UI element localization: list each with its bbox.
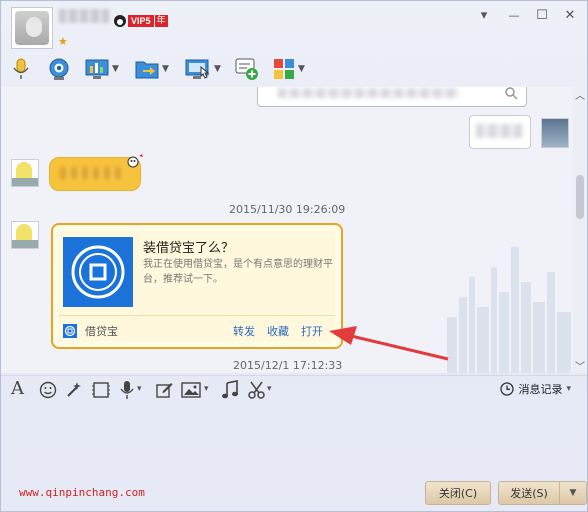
music-icon[interactable] xyxy=(221,380,239,400)
card-source: 借贷宝 xyxy=(63,323,118,339)
card-favorite-link[interactable]: 收藏 xyxy=(267,323,289,339)
scroll-up-icon[interactable]: ︿ xyxy=(575,87,585,102)
shared-app-card[interactable]: 装借贷宝了么？ 我正在使用借贷宝，是个有点意思的理财平台，推荐试一下。 借贷宝 … xyxy=(51,223,343,349)
chevron-down-icon: ▼ xyxy=(162,64,169,74)
file-transfer-button[interactable]: ▼ xyxy=(135,57,169,81)
chat-scrollbar[interactable]: ︿ ﹀ xyxy=(573,87,587,373)
chevron-down-icon[interactable]: ▾ xyxy=(204,384,209,394)
apps-button[interactable]: ▼ xyxy=(273,57,305,81)
send-button[interactable]: 发送(S) xyxy=(498,481,560,505)
star-icon: ★ xyxy=(58,35,68,48)
remote-desktop-icon xyxy=(85,59,109,79)
message-history[interactable]: 2015/11/30 19:26:09 装借贷宝了么？ 我正在使用借贷宝，是个有… xyxy=(1,87,575,373)
minimize-button[interactable]: — xyxy=(505,7,523,25)
chevron-down-icon: ▼ xyxy=(214,64,221,74)
maximize-button[interactable]: ☐ xyxy=(533,7,551,25)
title-bar: VIP5 年 ★ ▾ — ☐ ✕ xyxy=(1,1,587,53)
chevron-down-icon: ▼ xyxy=(112,64,119,74)
app-mini-icon xyxy=(63,324,77,338)
emoji-icon[interactable] xyxy=(39,381,57,399)
vip-year: 年 xyxy=(154,14,168,27)
input-toolbar: A ▾ ▾ ▾ 消息记录 ▾ xyxy=(1,375,587,404)
card-title: 装借贷宝了么？ xyxy=(143,241,235,256)
message-history-label: 消息记录 xyxy=(518,383,563,396)
clock-icon xyxy=(500,382,515,396)
video-clip-icon[interactable] xyxy=(91,381,111,399)
chevron-down-icon[interactable]: ▾ xyxy=(267,384,272,394)
vip-badge[interactable]: VIP5 年 xyxy=(114,14,168,27)
image-icon[interactable] xyxy=(181,381,201,399)
voice-call-button[interactable] xyxy=(11,57,31,81)
chevron-down-icon: ▼ xyxy=(298,64,305,74)
video-call-icon xyxy=(49,58,69,80)
search-icon xyxy=(505,87,518,100)
sent-message-bubble xyxy=(469,115,531,149)
sticker-icon xyxy=(127,154,143,168)
scroll-down-icon[interactable]: ﹀ xyxy=(575,358,585,373)
remote-desktop-button[interactable]: ▼ xyxy=(85,57,119,81)
chevron-down-icon[interactable]: ▾ xyxy=(137,384,142,394)
screen-share-button[interactable]: ▼ xyxy=(185,57,221,81)
font-icon[interactable]: A xyxy=(11,378,24,399)
screen-share-icon xyxy=(185,59,210,79)
screenshot-scissors-icon[interactable] xyxy=(247,380,267,400)
message-history-button[interactable]: 消息记录 ▾ xyxy=(500,381,571,397)
contact-avatar[interactable] xyxy=(11,7,53,49)
edit-icon[interactable] xyxy=(155,381,173,399)
app-logo-icon xyxy=(63,237,133,307)
skyline-decoration xyxy=(447,247,571,373)
card-divider xyxy=(59,315,335,316)
dropdown-menu-button[interactable]: ▾ xyxy=(475,7,493,25)
microphone-icon xyxy=(13,58,29,79)
chat-window: VIP5 年 ★ ▾ — ☐ ✕ ▼ ▼ ▼ ▼ 2015/11/30 19:2… xyxy=(0,0,588,512)
chevron-down-icon: ▾ xyxy=(566,384,571,394)
invite-icon xyxy=(235,58,258,80)
watermark-url: www.qinpinchang.com xyxy=(19,486,145,499)
voice-message-icon[interactable] xyxy=(119,380,135,400)
magic-wand-icon[interactable] xyxy=(65,381,83,399)
contact-name-blurred xyxy=(59,9,109,23)
message-timestamp: 2015/12/1 17:12:33 xyxy=(233,359,343,372)
scroll-thumb[interactable] xyxy=(576,175,584,219)
invite-button[interactable] xyxy=(235,57,259,81)
penguin-icon xyxy=(114,14,126,27)
friend-avatar[interactable] xyxy=(11,221,39,249)
card-source-name: 借贷宝 xyxy=(85,325,118,338)
card-open-link[interactable]: 打开 xyxy=(301,323,323,339)
message-timestamp: 2015/11/30 19:26:09 xyxy=(229,203,346,216)
vip-level: VIP5 xyxy=(128,14,154,27)
video-call-button[interactable] xyxy=(47,57,71,81)
close-window-button[interactable]: ✕ xyxy=(561,7,579,25)
friend-avatar[interactable] xyxy=(11,159,39,187)
apps-icon xyxy=(274,59,294,79)
card-description: 我正在使用借贷宝，是个有点意思的理财平台，推荐试一下。 xyxy=(143,259,333,285)
message-input[interactable] xyxy=(1,403,587,479)
top-toolbar: ▼ ▼ ▼ ▼ xyxy=(1,55,587,83)
sent-message-bubble xyxy=(257,87,527,107)
self-avatar[interactable] xyxy=(541,118,569,148)
card-forward-link[interactable]: 转发 xyxy=(233,323,255,339)
close-button[interactable]: 关闭(C) xyxy=(425,481,491,505)
footer-bar: www.qinpinchang.com 关闭(C) 发送(S) ▼ xyxy=(1,479,587,511)
send-options-button[interactable]: ▼ xyxy=(559,481,587,505)
file-transfer-icon xyxy=(135,61,159,79)
